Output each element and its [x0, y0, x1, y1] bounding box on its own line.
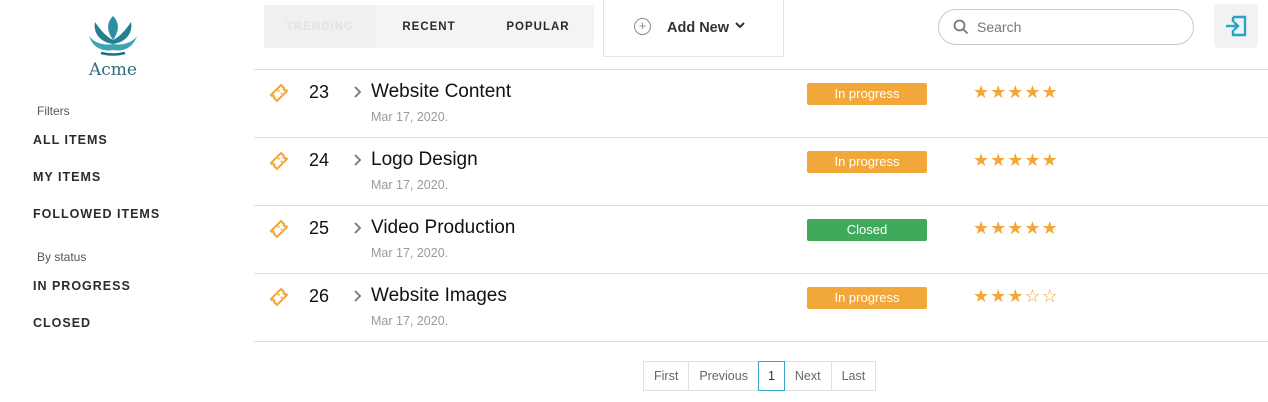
star-filled-icon: ★: [990, 82, 1008, 102]
list-item[interactable]: 25 Video Production Mar 17, 2020. Closed…: [254, 206, 1268, 274]
item-number: 26: [309, 286, 330, 306]
brand-name: Acme: [89, 60, 137, 80]
status-heading: By status: [37, 250, 87, 264]
filter-all-items[interactable]: ALL ITEMS: [33, 133, 108, 147]
star-filled-icon: ★: [973, 150, 991, 170]
item-date: Mar 17, 2020.: [371, 110, 449, 124]
search-icon: [953, 19, 969, 35]
star-filled-icon: ★: [1041, 150, 1059, 170]
star-filled-icon: ★: [1007, 150, 1025, 170]
item-title[interactable]: Video Production: [371, 217, 515, 239]
pagination-next[interactable]: Next: [783, 361, 832, 391]
filter-my-items[interactable]: MY ITEMS: [33, 170, 101, 184]
star-filled-icon: ★: [973, 286, 991, 306]
star-filled-icon: ★: [990, 150, 1008, 170]
star-filled-icon: ★: [1007, 82, 1025, 102]
pagination-last[interactable]: Last: [830, 361, 877, 391]
chevron-down-icon: [735, 22, 745, 29]
chevron-right-icon[interactable]: [353, 290, 363, 302]
pagination-page-current[interactable]: 1: [757, 361, 785, 391]
logout-icon: [1226, 15, 1247, 37]
list-item[interactable]: 23 Website Content Mar 17, 2020. In prog…: [254, 70, 1268, 138]
star-rating: ★★★☆☆: [973, 286, 1059, 307]
pagination-previous[interactable]: Previous: [688, 361, 759, 391]
item-number: 24: [309, 150, 330, 170]
star-filled-icon: ★: [1041, 218, 1059, 238]
chevron-right-icon[interactable]: [353, 154, 363, 166]
filters-heading: Filters: [37, 104, 70, 118]
item-list: 23 Website Content Mar 17, 2020. In prog…: [254, 69, 1268, 342]
search-input[interactable]: [977, 18, 1177, 36]
star-filled-icon: ★: [1024, 150, 1042, 170]
chevron-right-icon[interactable]: [353, 222, 363, 234]
ticket-icon: [269, 219, 289, 239]
item-date: Mar 17, 2020.: [371, 178, 449, 192]
chevron-right-icon[interactable]: [353, 86, 363, 98]
star-filled-icon: ★: [990, 218, 1008, 238]
star-rating: ★★★★★: [973, 82, 1059, 103]
item-title[interactable]: Logo Design: [371, 149, 478, 171]
pagination-first[interactable]: First: [643, 361, 690, 391]
pagination: First Previous 1 Next Last: [643, 361, 877, 391]
lotus-logo-icon: [89, 16, 137, 56]
star-filled-icon: ★: [1024, 218, 1042, 238]
status-badge: Closed: [807, 219, 927, 241]
status-badge: In progress: [807, 151, 927, 173]
filter-in-progress[interactable]: IN PROGRESS: [33, 279, 131, 293]
item-title[interactable]: Website Content: [371, 81, 511, 103]
status-badge: In progress: [807, 83, 927, 105]
tab-popular[interactable]: POPULAR: [482, 5, 594, 48]
ticket-icon: [269, 151, 289, 171]
list-item[interactable]: 26 Website Images Mar 17, 2020. In progr…: [254, 274, 1268, 342]
star-filled-icon: ★: [1041, 82, 1059, 102]
add-new-button[interactable]: + Add New: [603, 0, 784, 57]
filter-followed-items[interactable]: FOLLOWED ITEMS: [33, 207, 160, 221]
logout-button[interactable]: [1214, 4, 1258, 48]
search-box: [938, 9, 1194, 45]
star-filled-icon: ★: [1024, 82, 1042, 102]
item-date: Mar 17, 2020.: [371, 246, 449, 260]
item-title[interactable]: Website Images: [371, 285, 507, 307]
item-number: 25: [309, 218, 330, 238]
plus-circle-icon: +: [634, 18, 651, 35]
tab-bar: TRENDING RECENT POPULAR: [264, 5, 594, 48]
star-empty-icon: ☆: [1041, 286, 1059, 306]
status-badge: In progress: [807, 287, 927, 309]
star-rating: ★★★★★: [973, 218, 1059, 239]
star-filled-icon: ★: [990, 286, 1008, 306]
star-empty-icon: ☆: [1024, 286, 1042, 306]
filter-closed[interactable]: CLOSED: [33, 316, 91, 330]
tab-trending[interactable]: TRENDING: [264, 5, 376, 48]
star-filled-icon: ★: [1007, 218, 1025, 238]
star-rating: ★★★★★: [973, 150, 1059, 171]
tab-recent[interactable]: RECENT: [376, 5, 482, 48]
star-filled-icon: ★: [973, 218, 991, 238]
star-filled-icon: ★: [1007, 286, 1025, 306]
star-filled-icon: ★: [973, 82, 991, 102]
item-date: Mar 17, 2020.: [371, 314, 449, 328]
list-item[interactable]: 24 Logo Design Mar 17, 2020. In progress…: [254, 138, 1268, 206]
logo: Acme: [80, 14, 146, 80]
ticket-icon: [269, 83, 289, 103]
add-new-label: Add New: [667, 20, 730, 36]
ticket-icon: [269, 287, 289, 307]
item-number: 23: [309, 82, 330, 102]
